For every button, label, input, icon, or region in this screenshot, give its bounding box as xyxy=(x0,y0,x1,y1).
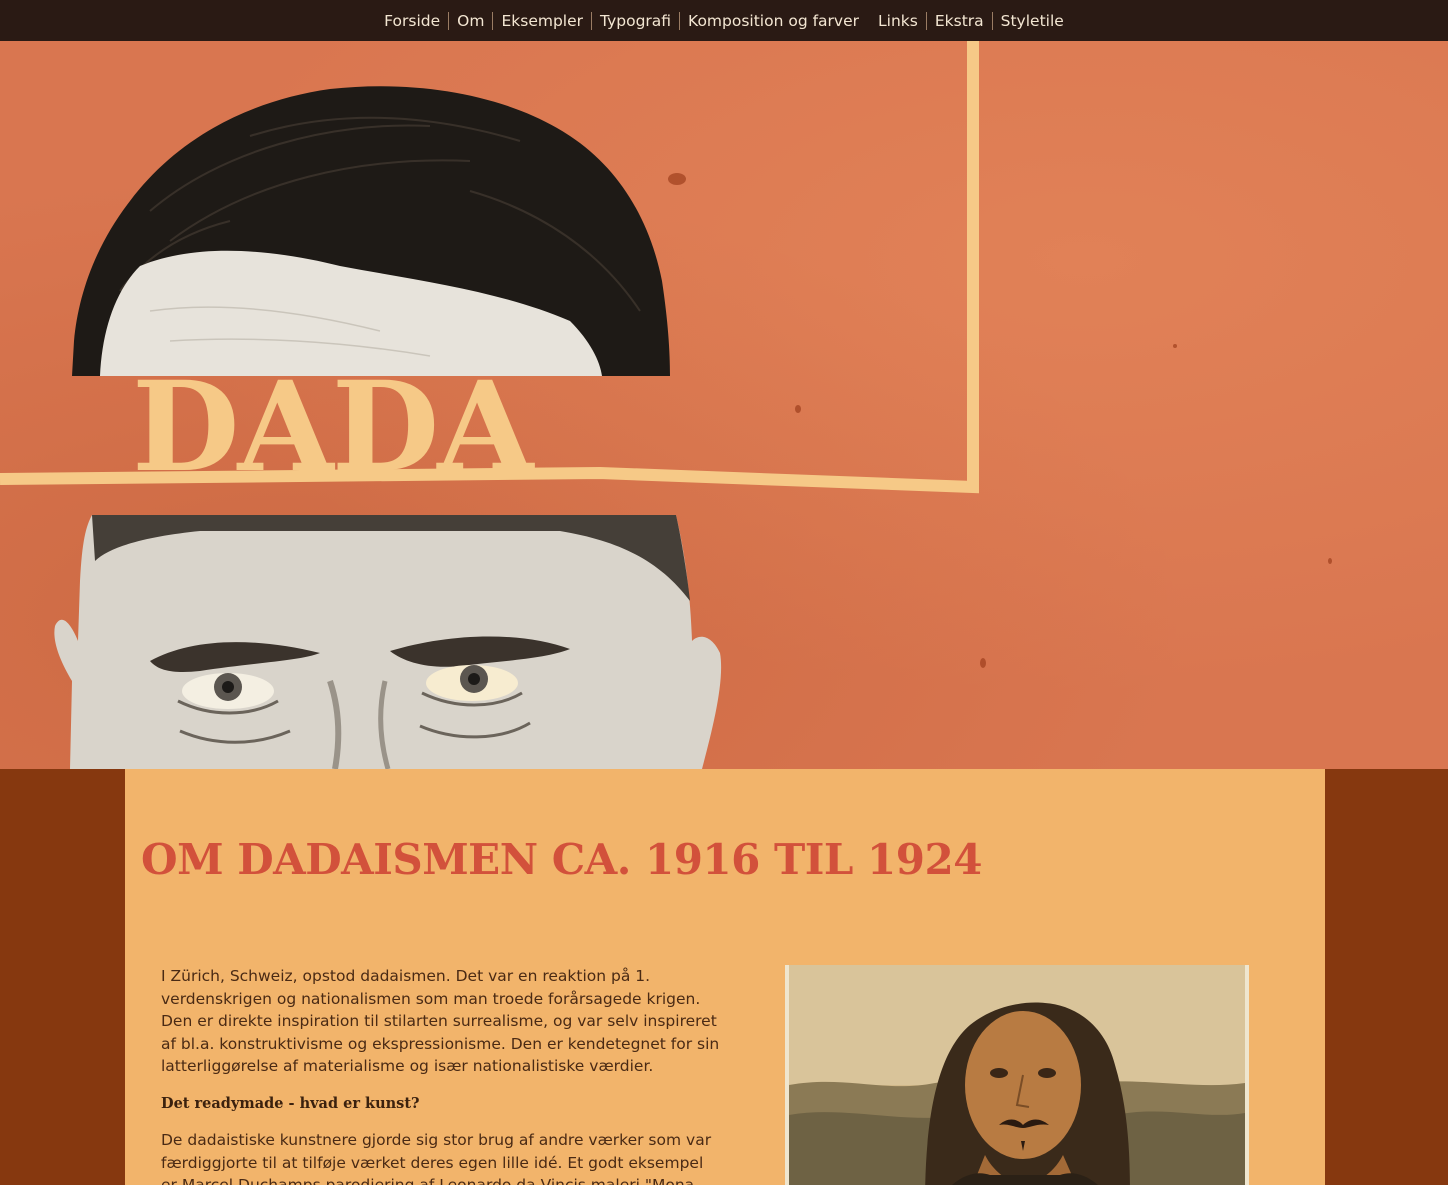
top-navigation: Forside Om Eksempler Typografi Kompositi… xyxy=(0,0,1448,41)
nav-item-styletile[interactable]: Styletile xyxy=(993,12,1072,30)
section-subheading: Det readymade - hvad er kunst? xyxy=(161,1094,420,1112)
hero-title-dada: DADA xyxy=(132,355,533,500)
readymade-paragraph: De dadaistiske kunstnere gjorde sig stor… xyxy=(161,1131,712,1185)
nav-item-om[interactable]: Om xyxy=(449,11,494,30)
article-text: I Zürich, Schweiz, opstod dadaismen. Det… xyxy=(161,965,721,1185)
main-content: OM DADAISMEN CA. 1916 TIL 1924 I Zürich,… xyxy=(125,769,1325,1185)
hero-banner: DADA xyxy=(0,41,1448,769)
intro-paragraph: I Zürich, Schweiz, opstod dadaismen. Det… xyxy=(161,967,720,1075)
nav-item-forside[interactable]: Forside xyxy=(376,11,450,30)
mona-lisa-parody-image xyxy=(785,965,1249,1185)
nav-item-links[interactable]: Links xyxy=(870,11,927,30)
nav-item-komposition-og-farver[interactable]: Komposition og farver xyxy=(680,12,870,30)
nav-item-typografi[interactable]: Typografi xyxy=(592,11,681,30)
nav-item-eksempler[interactable]: Eksempler xyxy=(493,11,593,30)
page-title: OM DADAISMEN CA. 1916 TIL 1924 xyxy=(141,835,982,884)
nav-list: Forside Om Eksempler Typografi Kompositi… xyxy=(376,11,1072,30)
nav-item-ekstra[interactable]: Ekstra xyxy=(927,11,993,30)
